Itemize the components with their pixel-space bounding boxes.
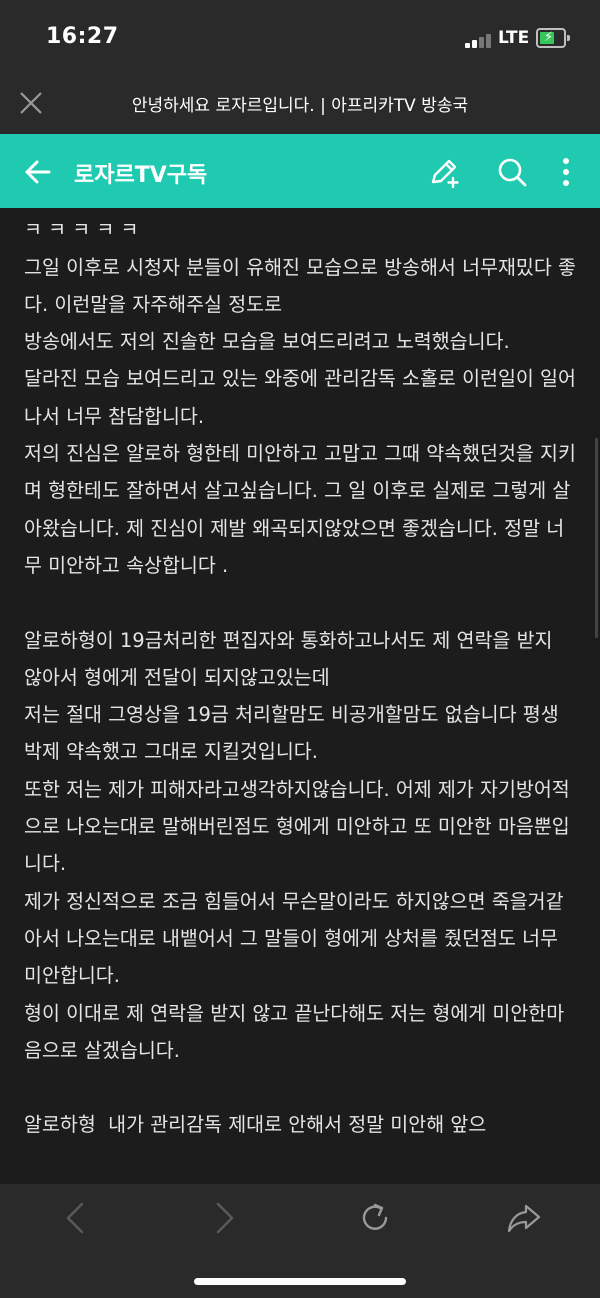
battery-charging-icon: ⚡ — [536, 28, 570, 48]
forward-icon[interactable] — [206, 1200, 242, 1236]
app-title: 로자르TV구독 — [74, 163, 208, 188]
scrollbar[interactable] — [595, 438, 598, 638]
edit-add-icon[interactable] — [428, 156, 460, 188]
signal-bars-icon — [465, 32, 493, 48]
search-icon[interactable] — [496, 156, 528, 188]
more-vertical-icon[interactable] — [556, 156, 576, 188]
article-body: ㅋ ㅋ ㅋ ㅋ ㅋ 그일 이후로 시청자 분들이 유해진 모습으로 방송해서 너… — [24, 208, 576, 1181]
refresh-icon[interactable] — [357, 1200, 393, 1236]
page-title: 안녕하세요 로자르입니다. | 아프리카TV 방송국 — [131, 96, 469, 116]
bottom-nav — [0, 1184, 600, 1298]
back-icon[interactable] — [58, 1200, 94, 1236]
browser-bar: 안녕하세요 로자르입니다. | 아프리카TV 방송국 — [0, 74, 600, 134]
app-bar: 로자르TV구독 — [0, 134, 600, 208]
article-paragraph-3: 알로하형 내가 관리감독 제대로 안해서 정말 미안해 앞으 — [24, 1113, 487, 1137]
article-paragraph-1: 그일 이후로 시청자 분들이 유해진 모습으로 방송해서 너무재밌다 좋다. 이… — [24, 255, 576, 577]
back-arrow-icon[interactable] — [24, 158, 52, 186]
home-indicator[interactable] — [194, 1278, 406, 1285]
network-type: LTE — [498, 28, 530, 48]
article-partial-line: ㅋ ㅋ ㅋ ㅋ ㅋ — [24, 218, 139, 242]
share-icon[interactable] — [506, 1200, 542, 1236]
article-content[interactable]: ㅋ ㅋ ㅋ ㅋ ㅋ 그일 이후로 시청자 분들이 유해진 모습으로 방송해서 너… — [0, 208, 600, 1184]
article-paragraph-2: 알로하형이 19금처리한 편집자와 통화하고나서도 제 연락을 받지 않아서 형… — [24, 628, 570, 1062]
status-time: 16:27 — [46, 24, 119, 49]
status-bar: 16:27 LTE ⚡ — [0, 0, 600, 74]
